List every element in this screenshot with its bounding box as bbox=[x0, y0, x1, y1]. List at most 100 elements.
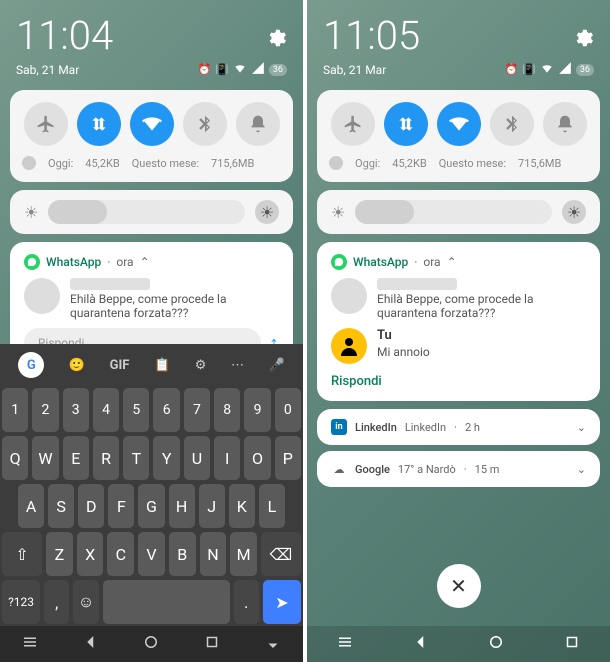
key-n[interactable]: N bbox=[200, 532, 227, 576]
bluetooth-toggle[interactable] bbox=[490, 102, 534, 146]
wifi-toggle[interactable] bbox=[437, 102, 481, 146]
key-period[interactable]: . bbox=[234, 580, 259, 624]
nav-keyboard-icon[interactable] bbox=[264, 633, 282, 655]
google-icon[interactable]: G bbox=[18, 352, 44, 378]
quick-settings-row bbox=[22, 102, 281, 146]
key-p[interactable]: P bbox=[275, 436, 301, 480]
clear-all-button[interactable]: ✕ bbox=[437, 564, 481, 608]
key-h[interactable]: H bbox=[169, 484, 195, 528]
mic-icon[interactable]: 🎤 bbox=[269, 358, 285, 373]
whatsapp-notification[interactable]: WhatsApp · ora ⌃ Ehilà Beppe, come proce… bbox=[317, 242, 600, 401]
key-row-num: 1 2 3 4 5 6 7 8 9 0 bbox=[0, 386, 303, 434]
linkedin-notification[interactable]: in LinkedIn LinkedIn · 2 h ⌄ bbox=[317, 409, 600, 445]
brightness-slider[interactable] bbox=[355, 200, 552, 224]
key-r[interactable]: R bbox=[93, 436, 119, 480]
key-2[interactable]: 2 bbox=[32, 388, 58, 432]
key-8[interactable]: 8 bbox=[214, 388, 240, 432]
nav-back-icon[interactable] bbox=[412, 633, 430, 655]
mobile-data-toggle[interactable] bbox=[77, 102, 121, 146]
mobile-data-toggle[interactable] bbox=[384, 102, 428, 146]
wifi-status-icon bbox=[540, 61, 554, 78]
nav-home-icon[interactable] bbox=[142, 633, 160, 655]
linkedin-time: 2 h bbox=[465, 421, 480, 434]
linkedin-icon: in bbox=[331, 419, 347, 435]
key-c[interactable]: C bbox=[107, 532, 134, 576]
airplane-toggle[interactable] bbox=[24, 102, 68, 146]
keyboard-settings-icon[interactable]: ⚙ bbox=[195, 358, 207, 373]
key-0[interactable]: 0 bbox=[275, 388, 301, 432]
sticker-icon[interactable]: 🙂 bbox=[69, 358, 85, 373]
message-body: Ehilà Beppe, come procede la quarantena … bbox=[377, 278, 586, 320]
clipboard-icon[interactable]: 📋 bbox=[154, 358, 170, 373]
app-name: WhatsApp bbox=[46, 255, 101, 269]
key-backspace[interactable]: ⌫ bbox=[261, 532, 301, 576]
key-v[interactable]: V bbox=[138, 532, 165, 576]
battery-indicator: 36 bbox=[576, 64, 594, 76]
collapse-icon[interactable]: ⌃ bbox=[447, 255, 457, 269]
key-y[interactable]: Y bbox=[153, 436, 179, 480]
key-9[interactable]: 9 bbox=[244, 388, 270, 432]
clock-row: 11:05 bbox=[323, 12, 594, 59]
google-text: 17° a Nardò bbox=[398, 463, 456, 476]
nav-recent-icon[interactable] bbox=[563, 633, 581, 655]
bluetooth-toggle[interactable] bbox=[183, 102, 227, 146]
nav-back-icon[interactable] bbox=[82, 633, 100, 655]
key-6[interactable]: 6 bbox=[153, 388, 179, 432]
nav-menu-icon[interactable] bbox=[21, 633, 39, 655]
key-send[interactable]: ➤ bbox=[263, 580, 301, 624]
key-a[interactable]: A bbox=[18, 484, 44, 528]
key-emoji[interactable]: ☺ bbox=[73, 580, 98, 624]
key-u[interactable]: U bbox=[184, 436, 210, 480]
google-notification[interactable]: ☁ Google 17° a Nardò · 15 m ⌄ bbox=[317, 451, 600, 487]
airplane-toggle[interactable] bbox=[331, 102, 375, 146]
key-shift[interactable]: ⇧ bbox=[2, 532, 42, 576]
settings-icon[interactable] bbox=[572, 12, 594, 59]
brightness-auto-icon[interactable]: ☀ bbox=[255, 200, 279, 224]
key-g[interactable]: G bbox=[138, 484, 164, 528]
key-d[interactable]: D bbox=[78, 484, 104, 528]
dnd-toggle[interactable] bbox=[236, 102, 280, 146]
key-k[interactable]: K bbox=[229, 484, 255, 528]
key-1[interactable]: 1 bbox=[2, 388, 28, 432]
dnd-toggle[interactable] bbox=[543, 102, 587, 146]
key-b[interactable]: B bbox=[169, 532, 196, 576]
vibrate-icon: 📳 bbox=[215, 63, 229, 76]
key-z[interactable]: Z bbox=[46, 532, 73, 576]
dot-sep: · bbox=[454, 421, 457, 434]
key-comma[interactable]: , bbox=[44, 580, 69, 624]
nav-home-icon[interactable] bbox=[487, 633, 505, 655]
brightness-low-icon: ☀ bbox=[24, 203, 38, 222]
more-icon[interactable]: ⋯ bbox=[231, 358, 244, 373]
key-l[interactable]: L bbox=[259, 484, 285, 528]
status-icons: ⏰ 📳 36 bbox=[504, 61, 594, 78]
key-3[interactable]: 3 bbox=[63, 388, 89, 432]
settings-icon[interactable] bbox=[265, 12, 287, 59]
key-i[interactable]: I bbox=[214, 436, 240, 480]
nav-menu-icon[interactable] bbox=[336, 633, 354, 655]
chevron-down-icon[interactable]: ⌄ bbox=[577, 421, 586, 434]
key-q[interactable]: Q bbox=[2, 436, 28, 480]
key-j[interactable]: J bbox=[199, 484, 225, 528]
key-t[interactable]: T bbox=[123, 436, 149, 480]
key-s[interactable]: S bbox=[48, 484, 74, 528]
key-w[interactable]: W bbox=[32, 436, 58, 480]
data-month-val: 715,6MB bbox=[518, 157, 561, 170]
brightness-auto-icon[interactable]: ☀ bbox=[562, 200, 586, 224]
key-o[interactable]: O bbox=[244, 436, 270, 480]
key-x[interactable]: X bbox=[77, 532, 104, 576]
wifi-toggle[interactable] bbox=[130, 102, 174, 146]
key-f[interactable]: F bbox=[108, 484, 134, 528]
key-m[interactable]: M bbox=[230, 532, 257, 576]
key-symbols[interactable]: ?123 bbox=[2, 580, 40, 624]
key-4[interactable]: 4 bbox=[93, 388, 119, 432]
brightness-slider[interactable] bbox=[48, 200, 245, 224]
nav-recent-icon[interactable] bbox=[203, 633, 221, 655]
reply-action[interactable]: Rispondi bbox=[331, 374, 586, 389]
collapse-icon[interactable]: ⌃ bbox=[140, 255, 150, 269]
key-5[interactable]: 5 bbox=[123, 388, 149, 432]
gif-button[interactable]: GIF bbox=[110, 358, 130, 373]
key-e[interactable]: E bbox=[63, 436, 89, 480]
chevron-down-icon[interactable]: ⌄ bbox=[577, 463, 586, 476]
key-7[interactable]: 7 bbox=[184, 388, 210, 432]
key-space[interactable] bbox=[103, 580, 230, 624]
